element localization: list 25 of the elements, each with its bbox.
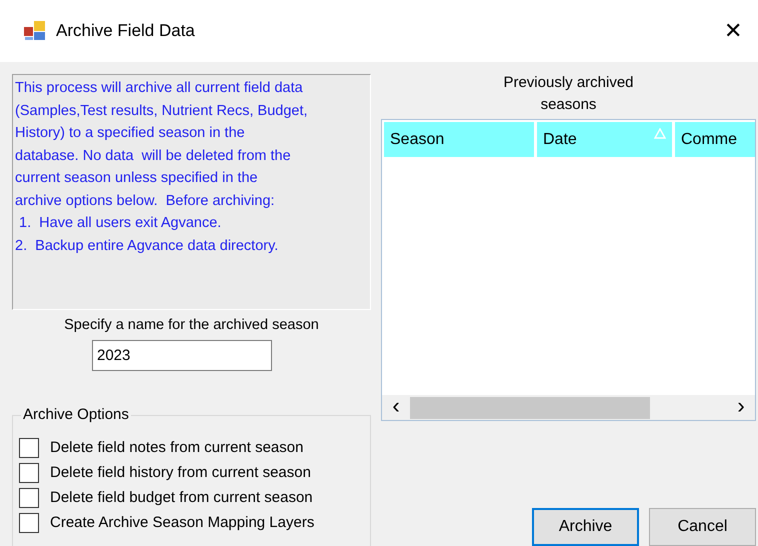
column-header[interactable]: Season [384, 122, 534, 157]
checkbox[interactable] [19, 462, 39, 483]
grid-title: Previously archived seasons [502, 73, 635, 115]
app-icon [24, 21, 46, 41]
archive-button[interactable]: Archive [532, 508, 639, 546]
close-button[interactable]: ✕ [718, 20, 748, 42]
window-title: Archive Field Data [56, 20, 195, 42]
option-label[interactable]: Delete field notes from current season [50, 438, 304, 458]
option-label[interactable]: Delete field budget from current season [50, 488, 313, 508]
horizontal-scrollbar[interactable]: ‹ › [382, 395, 755, 420]
season-name-field[interactable]: 2023 [92, 340, 272, 371]
scroll-left-button[interactable]: ‹ [382, 394, 410, 420]
checkbox[interactable] [19, 512, 39, 533]
cancel-button[interactable]: Cancel [649, 508, 756, 546]
group-title: Archive Options [21, 406, 131, 424]
column-header[interactable]: Date [537, 122, 672, 157]
instructions-text: This process will archive all current field data (Samples,Test results, Nutrient Recs, Budget, History) to a specified season in the database. No data will be deleted from the current season unless specified in the archive options below. Before archiving: 1. Have all users exit Agvance. 2. Backup entire Agvance data directory. [12, 74, 371, 310]
scroll-right-button[interactable]: › [727, 394, 755, 420]
season-name-label: Specify a name for the archived season [63, 316, 320, 335]
option-label[interactable]: Delete field history from current season [50, 462, 311, 483]
checkbox[interactable] [19, 488, 39, 508]
scroll-thumb[interactable] [410, 396, 650, 418]
option-label[interactable]: Create Archive Season Mapping Layers [50, 512, 314, 533]
checkbox[interactable] [19, 438, 39, 458]
column-header[interactable]: Comme [675, 122, 755, 157]
